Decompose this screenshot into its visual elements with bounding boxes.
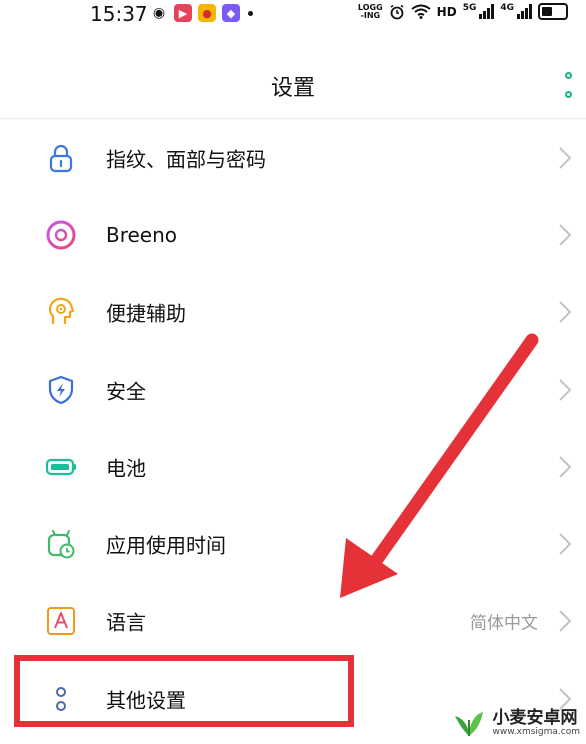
gallery-app-icon: ◆: [222, 4, 240, 22]
shield-bolt-icon: [48, 375, 74, 404]
page-header: 设置: [0, 60, 586, 110]
net-label-5g: 5G: [462, 3, 477, 13]
wechat-icon: ◉: [152, 5, 166, 21]
more-notifications-dot: [248, 10, 253, 16]
more-settings-icon: [56, 686, 66, 711]
logging-indicator: LOGG -ING: [358, 3, 383, 20]
chevron-right-icon: [559, 610, 572, 633]
alarm-icon: [390, 4, 404, 19]
watermark: 小麦安卓网 www.xmsigma.com: [449, 706, 580, 740]
chevron-right-icon: [559, 456, 572, 478]
settings-item-convenience-assist[interactable]: 便捷辅助: [0, 274, 586, 351]
settings-item-app-usage-time[interactable]: 应用使用时间: [0, 505, 586, 582]
more-options-icon[interactable]: [562, 72, 574, 98]
settings-item-label: 电池: [106, 456, 146, 481]
watermark-text: 小麦安卓网: [492, 708, 578, 728]
notification-icons: ◉ ▶ ● ◆: [150, 4, 253, 22]
chevron-right-icon: [559, 146, 572, 169]
settings-item-label: 便捷辅助: [106, 301, 186, 326]
status-time: 15:37: [90, 2, 148, 26]
system-status-icons: LOGG -ING HD 5G 4G: [358, 3, 568, 20]
settings-item-label: Breeno: [106, 222, 178, 247]
chevron-right-icon: [559, 533, 572, 555]
battery-icon: [45, 458, 76, 475]
settings-item-label: 其他设置: [106, 688, 186, 713]
settings-list: 指纹、面部与密码 Breeno 便捷辅助 安全 电池 应用使用时间 语言 简体中…: [0, 119, 586, 737]
settings-item-label: 应用使用时间: [106, 533, 226, 558]
hd-indicator: HD: [436, 4, 457, 19]
page-title: 设置: [270, 76, 315, 101]
chevron-right-icon: [559, 301, 572, 323]
settings-item-security[interactable]: 安全: [0, 351, 586, 428]
chevron-right-icon: [559, 224, 572, 246]
net-label-4g: 4G: [500, 3, 514, 13]
lock-icon: [49, 144, 73, 172]
battery-status-icon: [538, 3, 568, 20]
settings-item-language[interactable]: 语言 简体中文: [0, 583, 586, 660]
language-value: 简体中文: [470, 613, 538, 634]
logging-label-bottom: -ING: [360, 10, 381, 20]
settings-item-battery[interactable]: 电池: [0, 428, 586, 505]
chevron-right-icon: [559, 378, 572, 401]
signal-strength-icon: [479, 4, 495, 19]
status-bar: 15:37 ◉ ▶ ● ◆ LOGG -ING HD 5G 4G: [0, 0, 586, 30]
settings-item-fingerprint-face-password[interactable]: 指纹、面部与密码: [0, 119, 586, 196]
head-assist-icon: [48, 298, 75, 325]
watermark-logo-icon: [454, 712, 483, 736]
weibo-icon: ●: [198, 4, 216, 22]
settings-item-label: 指纹、面部与密码: [106, 147, 266, 172]
breeno-icon: [46, 220, 76, 250]
wifi-icon: [411, 4, 431, 19]
settings-item-label: 安全: [106, 379, 146, 404]
clock-app-icon: [47, 530, 75, 559]
settings-item-breeno[interactable]: Breeno: [0, 196, 586, 273]
language-icon: [47, 607, 75, 636]
watermark-url: www.xmsigma.com: [492, 727, 580, 737]
signal-strength-icon-2: [517, 4, 532, 19]
settings-item-label: 语言: [106, 610, 146, 635]
video-app-icon: ▶: [174, 4, 192, 22]
